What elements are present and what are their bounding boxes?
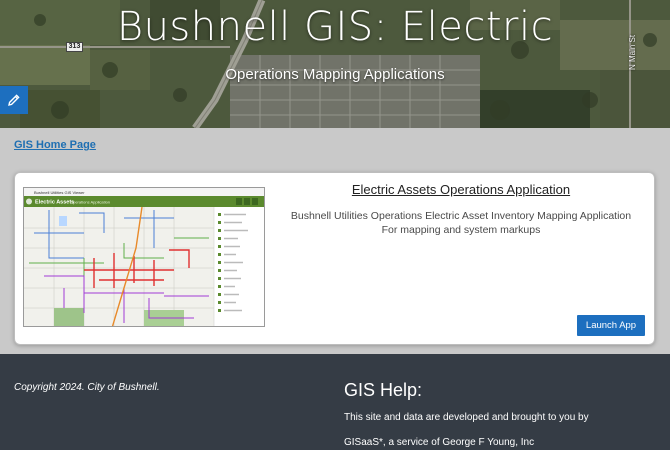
page-subtitle: Operations Mapping Applications xyxy=(225,66,445,83)
app-card: Bushnell Utilities GIS Viewer Electric A… xyxy=(14,172,655,345)
help-heading: GIS Help: xyxy=(344,380,423,400)
launch-app-button[interactable]: Launch App xyxy=(577,315,645,336)
help-text-line2: GISaaS*, a service of George F Young, In… xyxy=(344,437,535,448)
help-text-line1: This site and data are developed and bro… xyxy=(344,412,589,423)
gis-home-link[interactable]: GIS Home Page xyxy=(14,139,96,151)
hero-banner: 313 N Main St Bushnell GIS: Electric Ope… xyxy=(0,0,670,128)
app-title[interactable]: Electric Assets Operations Application xyxy=(275,182,647,197)
pencil-icon xyxy=(8,94,20,106)
page-title: Bushnell GIS: Electric xyxy=(116,4,554,50)
edit-button[interactable] xyxy=(0,86,28,114)
app-description: Bushnell Utilities Operations Electric A… xyxy=(275,209,647,237)
thumbnail-map: Bushnell Utilities GIS Viewer Electric A… xyxy=(24,188,264,326)
app-thumbnail[interactable]: Bushnell Utilities GIS Viewer Electric A… xyxy=(23,187,265,327)
thumb-app-subtitle: Operations Application xyxy=(70,200,110,205)
thumb-caption: Bushnell Utilities GIS Viewer xyxy=(34,190,85,195)
app-description-line2: For mapping and system markups xyxy=(381,224,541,236)
copyright-text: Copyright 2024. City of Bushnell. xyxy=(14,382,160,393)
thumb-app-name: Electric Assets xyxy=(35,200,74,206)
app-description-line1: Bushnell Utilities Operations Electric A… xyxy=(290,210,632,222)
footer: Copyright 2024. City of Bushnell. GIS He… xyxy=(0,354,670,450)
